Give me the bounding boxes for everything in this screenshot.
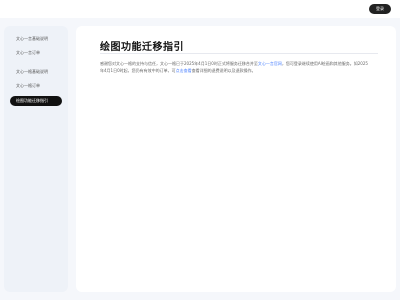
content-area: 文心一言基础说明 文心一言订单 文心一格基础说明 文心一格订单 绘图功能迁移指引… — [0, 18, 400, 300]
main-card: 绘图功能迁移指引 感谢您对文心一格的支持与信任，文心一格已于2025年4月1日0… — [76, 26, 396, 292]
page: 登录 文心一言基础说明 文心一言订单 文心一格基础说明 文心一格订单 绘图功能迁… — [0, 0, 400, 300]
sidebar-item-yige-basic[interactable]: 文心一格基础说明 — [10, 67, 62, 77]
divider — [100, 53, 378, 54]
migration-paragraph: 感谢您对文心一格的支持与信任，文心一格已于2025年4月1日0时正式将服务迁移合… — [100, 60, 370, 74]
page-title: 绘图功能迁移指引 — [100, 42, 184, 53]
paragraph-text-3: 查看详细的退费说明以及退款操作。 — [191, 68, 256, 73]
paragraph-text-1: 感谢您对文心一格的支持与信任，文心一格已于2025年4月1日0时正式将服务迁移合… — [100, 61, 258, 66]
top-bar: 登录 — [0, 0, 400, 18]
sidebar-item-yiyan-basic[interactable]: 文心一言基础说明 — [10, 34, 62, 44]
login-button[interactable]: 登录 — [369, 4, 391, 14]
yiyan-site-link[interactable]: 文心一言官网 — [258, 61, 282, 66]
view-orders-link[interactable]: 点击查看 — [176, 68, 192, 73]
sidebar-item-yige-orders[interactable]: 文心一格订单 — [10, 81, 62, 91]
sidebar-item-migration-guide[interactable]: 绘图功能迁移指引 — [10, 96, 62, 106]
sidebar: 文心一言基础说明 文心一言订单 文心一格基础说明 文心一格订单 绘图功能迁移指引 — [4, 26, 68, 292]
sidebar-item-yiyan-orders[interactable]: 文心一言订单 — [10, 48, 62, 58]
